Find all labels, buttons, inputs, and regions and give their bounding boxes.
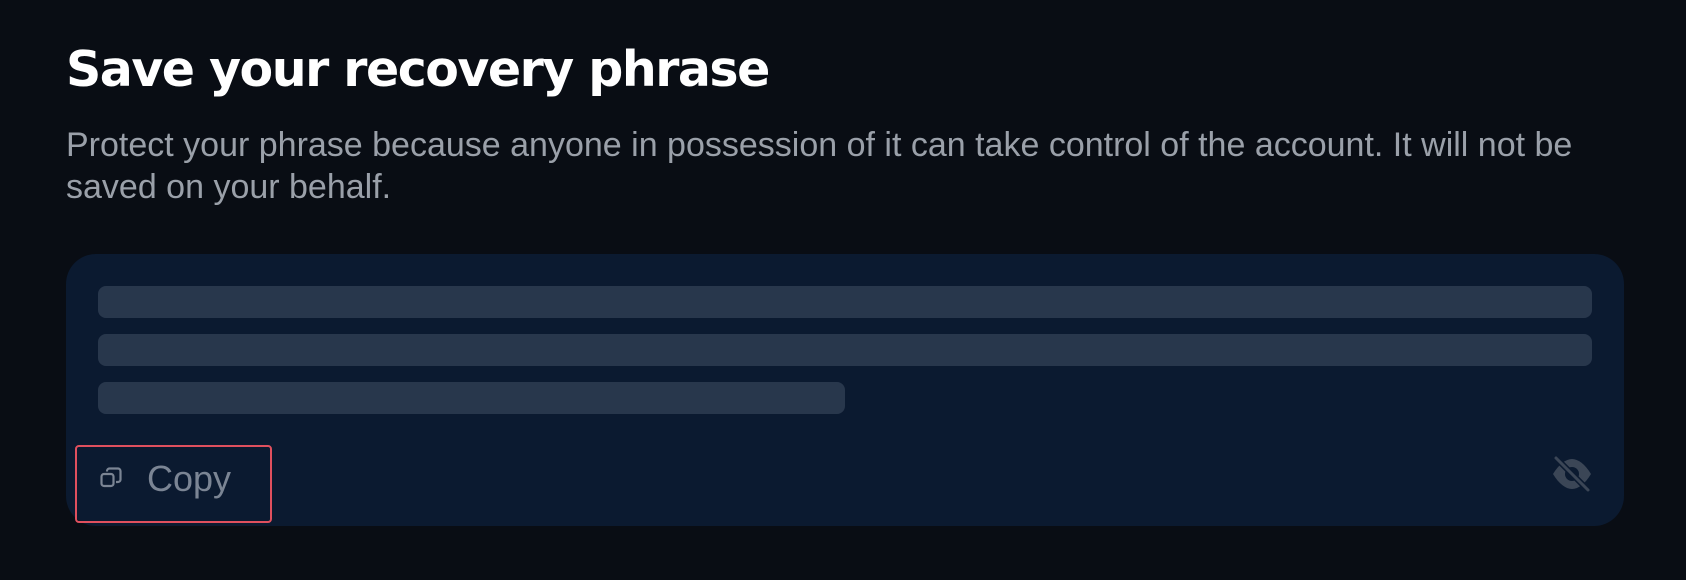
visibility-toggle-button[interactable] [1550,452,1594,496]
phrase-placeholder-line [98,286,1592,318]
page-description: Protect your phrase because anyone in po… [66,126,1573,206]
copy-button[interactable]: Copy [75,445,272,523]
eye-off-icon [1550,455,1594,500]
recovery-phrase-page: Save your recovery phrase Protect your p… [0,0,1686,580]
recovery-phrase-card: Copy [66,254,1624,526]
copy-icon [99,466,123,490]
phrase-placeholder-line [98,334,1592,366]
page-title: Save your recovery phrase [66,41,770,98]
copy-button-label: Copy [147,458,232,499]
phrase-placeholder-line [98,382,845,414]
